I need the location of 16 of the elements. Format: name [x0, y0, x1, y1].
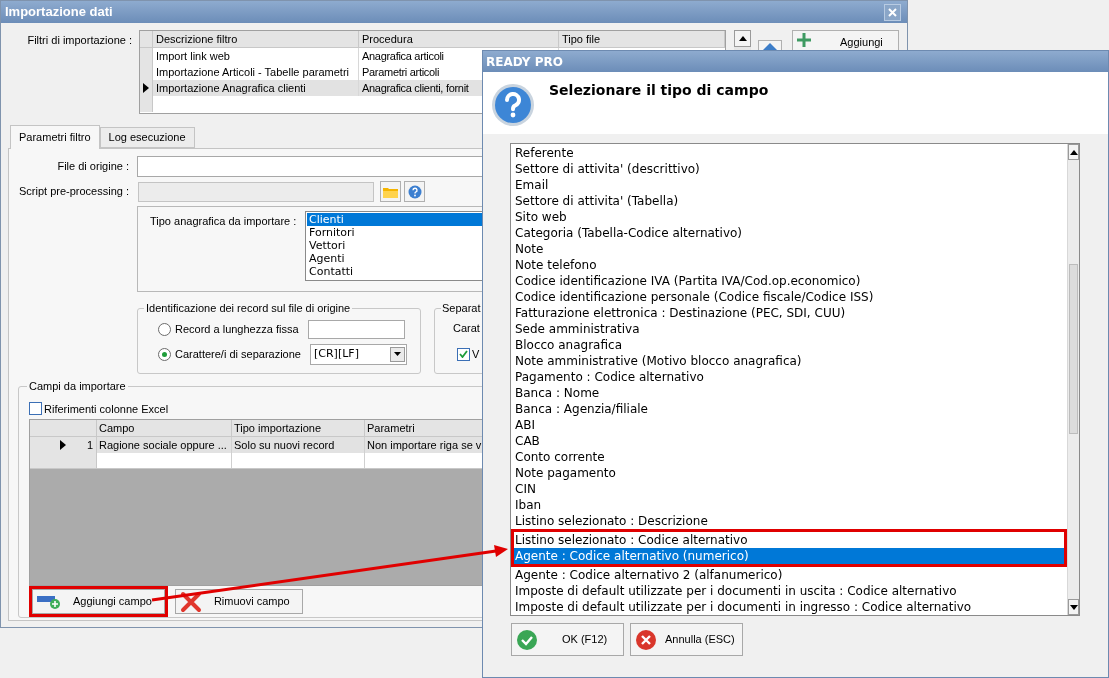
field-label: Carat [453, 320, 480, 336]
group-title: Identificazione dei record sul file di origine [145, 301, 352, 316]
radio-label: Carattere/i di separazione [175, 346, 302, 362]
field-label: Tipo anagrafica da importare : [150, 214, 298, 229]
table-cell-text: Non importare riga se v [366, 438, 483, 453]
row-number: 1 [86, 438, 93, 453]
checkbox-label: V [472, 347, 480, 362]
table-cell: Importazione Anagrafica clienti [153, 80, 359, 96]
field-label: File di origine : [56, 159, 129, 175]
radio-label: Record a lunghezza fissa [175, 321, 300, 337]
group-title: Separat [441, 301, 482, 316]
window-title: Importazione dati [5, 3, 113, 22]
filters-label: Filtri di importazione : [26, 33, 132, 48]
field-label: Script pre-processing : [17, 184, 129, 200]
group-title: Campi da importare [28, 379, 127, 394]
checkbox-label: Riferimenti colonne Excel [44, 401, 169, 417]
